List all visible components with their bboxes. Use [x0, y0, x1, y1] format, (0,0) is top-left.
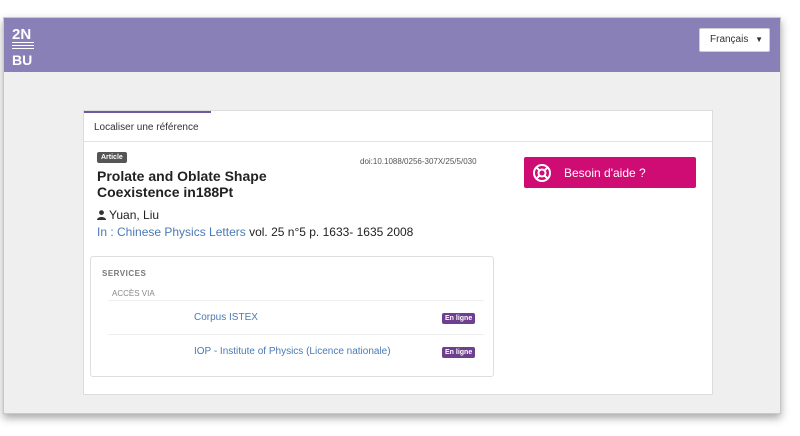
help-button[interactable]: Besoin d'aide ?: [524, 157, 696, 188]
tab-divider: [84, 141, 712, 142]
source-line: In : Chinese Physics Letters vol. 25 n°5…: [97, 225, 413, 239]
services-title: SERVICES: [102, 269, 147, 278]
svg-text:2N: 2N: [12, 26, 31, 43]
help-button-label: Besoin d'aide ?: [564, 166, 646, 180]
tab-localiser[interactable]: Localiser une référence: [84, 111, 211, 141]
service-row: Corpus ISTEX En ligne: [108, 300, 484, 334]
lifebuoy-icon: [533, 164, 551, 182]
author-line: Yuan, Liu: [97, 208, 159, 222]
author-name: Yuan, Liu: [109, 208, 160, 222]
services-box: SERVICES ACCÈS VIA Corpus ISTEX En ligne…: [90, 256, 494, 377]
reference-title: Prolate and Oblate Shape Coexistence in1…: [97, 168, 267, 200]
status-badge: En ligne: [442, 313, 476, 324]
status-badge: En ligne: [442, 347, 476, 358]
language-select[interactable]: Français ▼: [699, 28, 770, 52]
language-select-value: Français: [710, 34, 749, 45]
user-icon: [97, 210, 106, 220]
source-details: vol. 25 n°5 p. 1633- 1635 2008: [245, 225, 414, 239]
service-link-iop[interactable]: IOP - Institute of Physics (Licence nati…: [194, 346, 391, 357]
access-label: ACCÈS VIA: [112, 289, 155, 298]
source-prefix: In :: [97, 225, 118, 239]
doi-text: doi:10.1088/0256-307X/25/5/030: [360, 157, 477, 166]
service-link-istex[interactable]: Corpus ISTEX: [194, 312, 258, 323]
app-window: 2N BU Français ▼ Localiser une référence…: [3, 17, 781, 414]
chevron-down-icon: ▼: [755, 35, 763, 44]
article-badge: Article: [97, 152, 127, 163]
header-bar: 2N BU Français ▼: [4, 18, 780, 72]
tab-label: Localiser une référence: [94, 122, 199, 133]
reference-panel: Localiser une référence Article doi:10.1…: [83, 110, 713, 395]
logo-icon: 2N BU: [12, 26, 34, 68]
service-row: IOP - Institute of Physics (Licence nati…: [108, 334, 484, 368]
svg-text:BU: BU: [12, 52, 32, 68]
university-logo[interactable]: 2N BU: [10, 24, 40, 68]
journal-link[interactable]: Chinese Physics Letters: [117, 225, 246, 239]
